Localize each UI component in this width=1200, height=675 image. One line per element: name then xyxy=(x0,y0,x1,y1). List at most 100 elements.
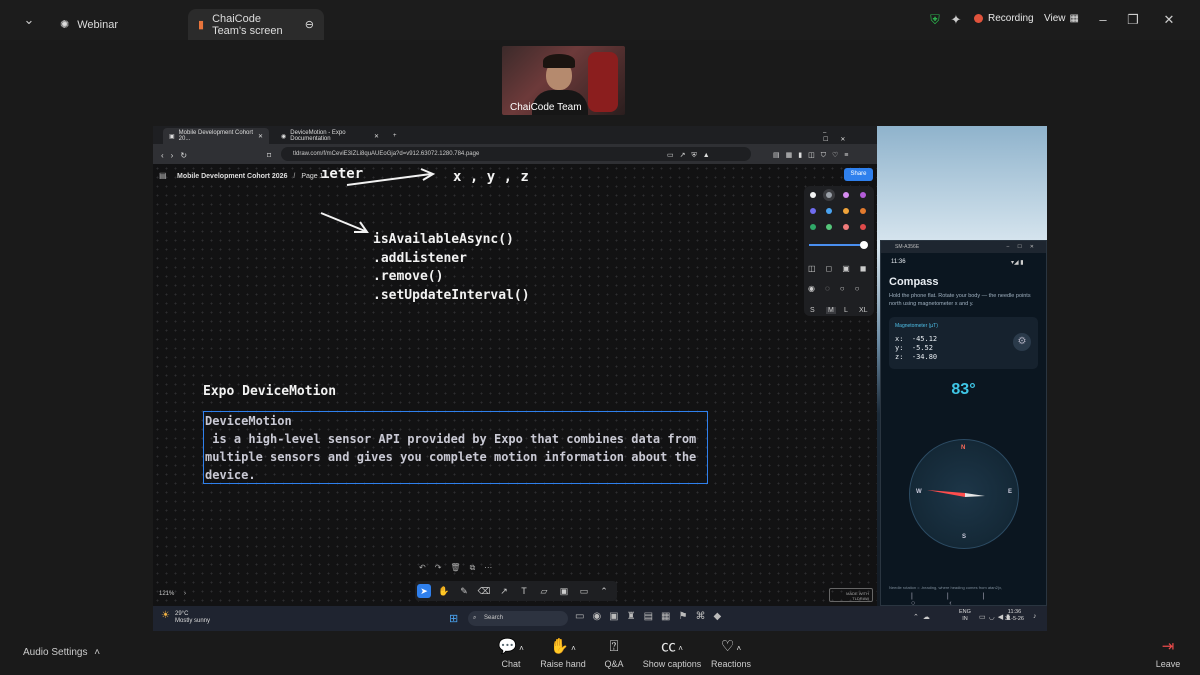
asset-tool-icon[interactable]: ▣ xyxy=(557,584,571,598)
phone-window-titlebar: SM-A356E –☐✕ xyxy=(881,241,1046,253)
nav-buttons[interactable]: ‹›↻ xyxy=(155,147,200,163)
undo-redo-actions[interactable]: ↶↷🗑⧉⋯ xyxy=(419,563,501,573)
view-button[interactable]: View ▦ xyxy=(1044,13,1079,24)
minimize-icon[interactable]: – xyxy=(1092,12,1114,28)
new-tab-icon[interactable]: + xyxy=(387,128,403,144)
browser-tab-tldraw[interactable]: ▣ Mobile Development Cohort 20... ✕ xyxy=(163,128,269,144)
close-tab-icon[interactable]: ✕ xyxy=(374,133,379,140)
close-icon[interactable]: ✕ xyxy=(1158,12,1180,28)
tool-toolbar: ➤ ✋ ✎ ⌫ ↗ T ▱ ▣ ▭ ⌃ xyxy=(415,581,617,601)
color-swatch[interactable] xyxy=(860,192,866,198)
tab-webinar[interactable]: ✺ Webinar xyxy=(50,9,128,40)
size-xl[interactable]: XL xyxy=(859,307,868,314)
speaker-video-tile[interactable]: ChaiCode Team xyxy=(502,46,625,115)
select-tool-icon[interactable]: ➤ xyxy=(417,584,431,598)
shield-icon[interactable]: ⛨ xyxy=(924,12,946,28)
made-with-tldraw-badge[interactable]: MADE WITH TLDRAW xyxy=(829,588,873,602)
reactions-label: Reactions xyxy=(710,659,752,669)
clock[interactable]: 11:36 31-5-26 xyxy=(1005,609,1024,623)
size-l[interactable]: L xyxy=(844,307,848,314)
audio-settings-button[interactable]: Audio Settings ˄ xyxy=(23,647,100,658)
phone-status-time: 11:36 xyxy=(891,259,906,265)
phone-window-controls[interactable]: –☐✕ xyxy=(1007,241,1042,253)
address-bar-row: ‹›↻ ⌑ tldraw.com/f/mCeviE3IZLi8quAUEoGja… xyxy=(153,144,877,164)
size-s[interactable]: S xyxy=(810,307,815,314)
browser-tab-label: DeviceMotion - Expo Documentation xyxy=(290,130,346,142)
color-swatch[interactable] xyxy=(826,192,832,198)
language-code: ENG xyxy=(959,609,971,615)
bookmark-icon[interactable]: ⌑ xyxy=(261,147,277,163)
browser-tab-expo[interactable]: ◉ DeviceMotion - Expo Documentation ✕ xyxy=(275,128,385,144)
tray-icons[interactable]: ⌃☁ xyxy=(913,613,934,621)
slider-thumb[interactable] xyxy=(860,241,868,249)
search-label: Search xyxy=(484,615,504,621)
box-line: device. xyxy=(205,468,256,482)
close-tab-icon[interactable]: ✕ xyxy=(258,133,263,140)
fill-options[interactable]: ◫◻▣◼ xyxy=(808,264,876,273)
note-tool-icon[interactable]: ▱ xyxy=(537,584,551,598)
size-m[interactable]: M xyxy=(826,307,836,314)
shared-screen: ▣ Mobile Development Cohort 20... ✕ ◉ De… xyxy=(153,126,1047,631)
sparkle-icon[interactable]: ✦ xyxy=(945,12,967,28)
taskbar-search[interactable]: ⌕ Search xyxy=(468,611,568,626)
leave-button[interactable]: ⇥ Leave xyxy=(1138,637,1198,669)
color-swatch[interactable] xyxy=(826,224,832,230)
tldraw-canvas[interactable]: ▤ Mobile Development Cohort 2026 / Page … xyxy=(153,164,877,606)
speaker-name: ChaiCode Team xyxy=(510,102,582,113)
weather-widget[interactable]: 29°C Mostly sunny ☀ xyxy=(161,611,210,625)
clock-date: 31-5-26 xyxy=(1005,616,1024,622)
qa-icon: ⍰ xyxy=(609,638,619,655)
show-captions-button[interactable]: ㏄ ˄ Show captions xyxy=(642,637,702,669)
tab-options-icon[interactable]: ⊖ xyxy=(305,18,314,31)
zoom-level[interactable]: 121% › xyxy=(159,591,186,597)
opacity-slider[interactable] xyxy=(809,244,865,246)
recording-label: Recording xyxy=(988,13,1034,24)
color-swatch[interactable] xyxy=(843,192,849,198)
taskbar-apps[interactable]: ▭◉▣♜▤▦⚑⌘◆ xyxy=(575,611,729,622)
clock-time: 11:36 xyxy=(1007,609,1022,615)
canvas-heading[interactable]: Expo DeviceMotion xyxy=(203,384,336,399)
android-nav-buttons[interactable]: |||○‹ xyxy=(911,593,1021,607)
notification-bell-icon[interactable]: ♪ xyxy=(1033,613,1037,620)
qa-button[interactable]: ⍰ Q&A xyxy=(584,637,644,669)
more-tools-icon[interactable]: ⌃ xyxy=(597,584,611,598)
color-swatch[interactable] xyxy=(860,224,866,230)
dash-options[interactable]: ◉◌○○ xyxy=(808,284,869,293)
draw-tool-icon[interactable]: ✎ xyxy=(457,584,471,598)
tab-shared-screen[interactable]: ▮ ChaiCode Team's screen ⊖ xyxy=(188,9,324,40)
color-swatch[interactable] xyxy=(810,192,816,198)
hand-tool-icon[interactable]: ✋ xyxy=(437,584,451,598)
arrow-tool-icon[interactable]: ↗ xyxy=(497,584,511,598)
chat-button[interactable]: 💬 ˄ Chat xyxy=(481,637,541,669)
restore-icon[interactable]: ❐ xyxy=(1122,12,1144,28)
eraser-tool-icon[interactable]: ⌫ xyxy=(477,584,491,598)
selected-text-box[interactable]: DeviceMotion is a high-level sensor API … xyxy=(203,411,708,484)
zoom-value: 121% xyxy=(159,591,175,597)
leave-icon: ⇥ xyxy=(1161,638,1175,655)
rectangle-tool-icon[interactable]: ▭ xyxy=(577,584,591,598)
address-actions[interactable]: ▭↗⛨▲ xyxy=(661,147,722,163)
method-item: .setUpdateInterval() xyxy=(373,287,530,303)
text-tool-icon[interactable]: T xyxy=(517,584,531,598)
method-list[interactable]: isAvailableAsync() .addListener .remove(… xyxy=(373,231,530,305)
box-line: multiple sensors and gives you complete … xyxy=(205,450,697,464)
show-captions-label: Show captions xyxy=(642,659,702,669)
browser-window-controls[interactable]: –☐✕ xyxy=(817,128,877,144)
color-swatch[interactable] xyxy=(826,208,832,214)
extension-icons[interactable]: ▤▦▮◫⛉♡≡ xyxy=(767,147,860,163)
grid-icon: ▦ xyxy=(1069,13,1079,24)
mag-x: x: -45.12 xyxy=(895,335,938,343)
color-swatch[interactable] xyxy=(810,208,816,214)
recording-indicator[interactable]: Recording xyxy=(974,13,1034,24)
color-swatch[interactable] xyxy=(810,224,816,230)
color-swatch[interactable] xyxy=(843,224,849,230)
chevron-down-icon[interactable]: ⌄ xyxy=(18,12,40,28)
windows-start-icon[interactable]: ⊞ xyxy=(449,612,458,625)
color-swatch[interactable] xyxy=(860,208,866,214)
reactions-button[interactable]: ♡ ˄ Reactions xyxy=(701,637,761,669)
sun-icon: ☀ xyxy=(161,610,170,621)
chair xyxy=(588,52,618,112)
settings-gear-icon[interactable]: ⚙ xyxy=(1013,333,1031,351)
color-swatch[interactable] xyxy=(843,208,849,214)
language-indicator[interactable]: ENG IN xyxy=(959,609,971,623)
